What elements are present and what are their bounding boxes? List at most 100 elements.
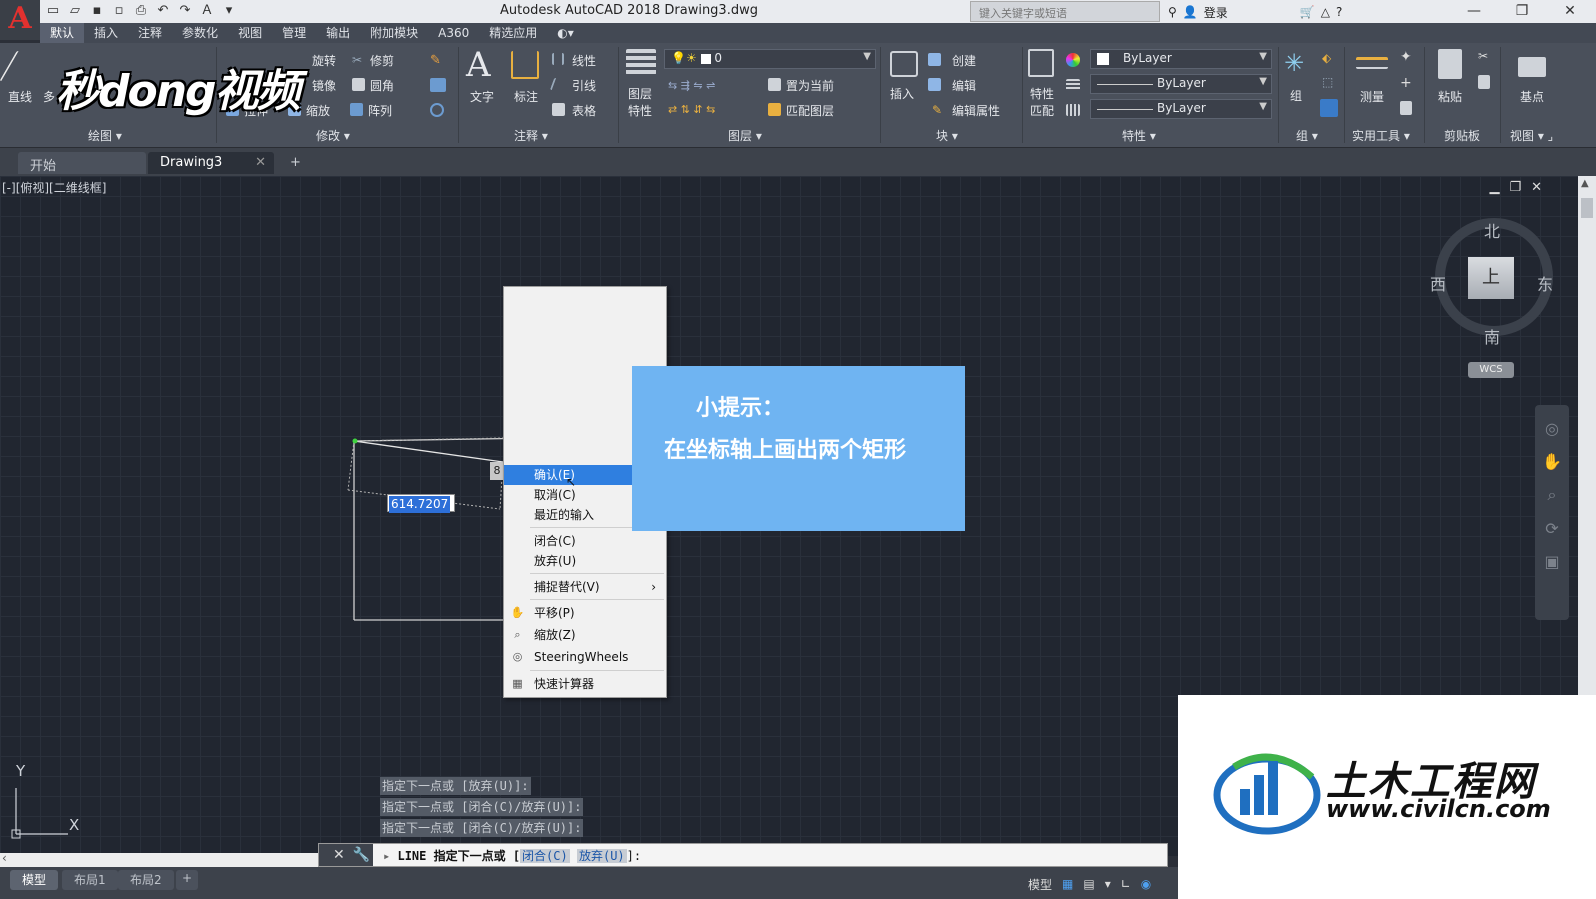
compass-north[interactable]: 北 <box>1484 218 1500 242</box>
add-layout-button[interactable]: + <box>176 870 199 890</box>
wcs-menu-button[interactable]: WCS <box>1468 362 1514 378</box>
cut-icon[interactable]: ✂ <box>1478 49 1492 63</box>
binoculars-icon[interactable]: ⚲ <box>1168 5 1177 19</box>
tab-start[interactable]: 开始 <box>18 152 146 174</box>
close-button[interactable]: ✕ <box>1546 0 1594 22</box>
layer-properties-icon[interactable] <box>626 49 656 75</box>
ungroup-icon[interactable]: ⬖ <box>1322 51 1336 65</box>
menu-item-quick-calculator[interactable]: ▦ 快速计算器 <box>504 674 666 694</box>
trim-button[interactable]: 修剪 <box>370 52 394 69</box>
color-dropdown[interactable]: ByLayer ▼ <box>1090 49 1272 69</box>
scale-button[interactable]: 缩放 <box>306 102 330 119</box>
set-current-button[interactable]: 置为当前 <box>786 77 834 94</box>
mirror-button[interactable]: 镜像 <box>312 77 336 94</box>
scroll-up-icon[interactable]: ▲ <box>1581 178 1589 189</box>
menu-item-zoom[interactable]: ⌕ 缩放(Z) <box>504 625 666 645</box>
command-prompt[interactable]: ▸ LINE 指定下一点或 [闭合(C) 放弃(U)]: <box>383 847 641 864</box>
customize-qat-icon[interactable]: ▾ <box>220 2 238 20</box>
match-properties-label-2[interactable]: 匹配 <box>1030 102 1054 119</box>
properties-panel-label[interactable]: 特性 ▾ <box>1122 127 1156 144</box>
layer-properties-label-2[interactable]: 特性 <box>628 102 652 119</box>
measure-button[interactable]: 测量 <box>1360 88 1384 105</box>
tab-layout2[interactable]: 布局2 <box>118 870 174 890</box>
scrollbar-thumb[interactable] <box>1581 198 1593 218</box>
match-properties-label-1[interactable]: 特性 <box>1030 85 1054 102</box>
horizontal-scrollbar[interactable]: ‹ <box>0 851 318 867</box>
menu-item-snap-override[interactable]: 捕捉替代(V) › <box>504 577 666 597</box>
group-edit-icon[interactable]: ⬚ <box>1322 75 1336 89</box>
help-icon[interactable]: ? <box>1336 5 1342 19</box>
new-file-icon[interactable]: ▭ <box>44 2 62 20</box>
leader-button[interactable]: 引线 <box>572 77 596 94</box>
explode-icon[interactable] <box>430 78 446 92</box>
dynamic-input-angle[interactable]: 8 <box>490 462 504 480</box>
viewcube-top-face[interactable]: 上 <box>1468 257 1514 299</box>
snap-icon[interactable]: ▤ <box>1083 877 1094 891</box>
dimension-icon[interactable] <box>511 51 539 79</box>
lineweight-dropdown[interactable]: ByLayer ▼ <box>1090 99 1272 119</box>
calculator-small-icon[interactable] <box>1400 101 1412 115</box>
group-button[interactable]: 组 <box>1290 87 1302 104</box>
grid-icon[interactable]: ▦ <box>1062 877 1073 891</box>
paste-icon[interactable] <box>1438 49 1462 79</box>
line-tool-icon[interactable] <box>0 51 45 81</box>
redo-icon[interactable]: ↷ <box>176 2 194 20</box>
undo-icon[interactable]: ↶ <box>154 2 172 20</box>
menu-item-close[interactable]: 闭合(C) <box>504 531 666 551</box>
dynamic-input-field[interactable]: 614.7207 <box>387 494 455 513</box>
close-command-icon[interactable]: ✕ <box>333 847 345 863</box>
linear-dim-button[interactable]: 线性 <box>572 52 596 69</box>
id-point-icon[interactable]: + <box>1400 75 1414 91</box>
save-icon[interactable]: ▪ <box>88 2 106 20</box>
restore-button[interactable]: ❐ <box>1498 0 1546 22</box>
tab-output[interactable]: 输出 <box>316 23 360 43</box>
group-icon[interactable]: ✳ <box>1284 49 1312 77</box>
fillet-button[interactable]: 圆角 <box>370 77 394 94</box>
edit-block-button[interactable]: 编辑 <box>952 77 976 94</box>
search-input[interactable]: 键入关键字或短语 <box>970 1 1160 22</box>
copy-icon[interactable] <box>1478 75 1490 89</box>
offset-icon[interactable] <box>430 103 444 117</box>
rotate-button[interactable]: 旋转 <box>312 52 336 69</box>
text-icon[interactable]: A <box>466 45 491 85</box>
menu-item-undo[interactable]: 放弃(U) <box>504 551 666 571</box>
match-properties-icon[interactable] <box>1028 49 1054 77</box>
tab-featured-apps[interactable]: 精选应用 <box>479 23 547 43</box>
new-tab-button[interactable]: + <box>284 152 310 174</box>
tab-insert[interactable]: 插入 <box>84 23 128 43</box>
tab-home[interactable]: 默认 <box>40 23 85 43</box>
layer-tools-icons[interactable]: ⇆ ⇶ ⇋ ⇌ <box>668 79 748 93</box>
block-panel-label[interactable]: 块 ▾ <box>936 127 958 144</box>
modify-panel-label[interactable]: 修改 ▾ <box>316 127 350 144</box>
print-icon[interactable]: ⎙ <box>132 2 150 20</box>
model-space-button[interactable]: 模型 <box>1028 876 1052 893</box>
customize-command-icon[interactable]: 🔧 <box>353 847 370 863</box>
tab-addins[interactable]: 附加模块 <box>360 23 428 43</box>
layer-properties-label-1[interactable]: 图层 <box>628 85 652 102</box>
clipboard-panel-label[interactable]: 剪贴板 <box>1444 127 1480 144</box>
ortho-icon[interactable]: ∟ <box>1121 877 1131 891</box>
polyline-tool-label[interactable]: 多 <box>43 88 55 105</box>
table-button[interactable]: 表格 <box>572 102 596 119</box>
command-line[interactable]: ✕ 🔧 ▸ LINE 指定下一点或 [闭合(C) 放弃(U)]: <box>318 843 1168 867</box>
quick-select-icon[interactable]: ✦ <box>1400 49 1414 65</box>
layer-state-icons[interactable]: ⇄ ⇅ ⇵ ⇆ <box>668 103 748 117</box>
a360-icon[interactable]: △ <box>1321 5 1330 19</box>
draw-panel-label[interactable]: 绘图 ▾ <box>88 127 122 144</box>
command-option-close[interactable]: 闭合(C) <box>520 849 570 863</box>
linetype-dropdown[interactable]: ByLayer ▼ <box>1090 74 1272 94</box>
command-option-undo[interactable]: 放弃(U) <box>576 849 627 863</box>
close-tab-icon[interactable]: ✕ <box>255 155 266 170</box>
open-file-icon[interactable]: ▱ <box>66 2 84 20</box>
tab-manage[interactable]: 管理 <box>272 23 316 43</box>
tab-view[interactable]: 视图 <box>228 23 272 43</box>
group-select-icon[interactable] <box>1320 99 1338 117</box>
compass-south[interactable]: 南 <box>1484 324 1500 348</box>
groups-panel-label[interactable]: 组 ▾ <box>1296 127 1318 144</box>
layers-panel-label[interactable]: 图层 ▾ <box>728 127 762 144</box>
menu-item-pan[interactable]: ✋ 平移(P) <box>504 603 666 623</box>
showmotion-nav-icon[interactable]: ▣ <box>1535 552 1569 571</box>
polar-icon[interactable]: ◉ <box>1141 877 1151 891</box>
dimension-button[interactable]: 标注 <box>514 88 538 105</box>
measure-icon[interactable] <box>1356 57 1388 69</box>
